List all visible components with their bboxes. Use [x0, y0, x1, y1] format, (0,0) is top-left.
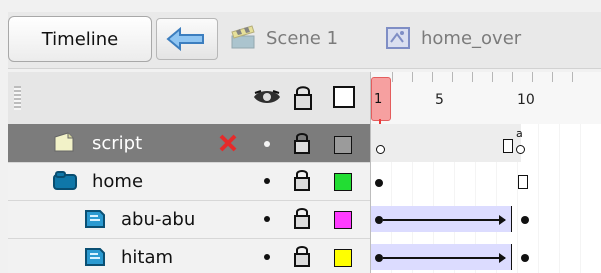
flash-timeline-panel: Timeline Scene 1 home_over 5 10 1 script…	[0, 0, 601, 273]
breadcrumb: Scene 1 home_over	[228, 18, 601, 58]
layer-color-swatch[interactable]	[334, 249, 352, 267]
clapperboard-icon	[231, 25, 255, 49]
lock-icon[interactable]	[293, 206, 311, 230]
timeline-button[interactable]: Timeline	[8, 16, 152, 62]
symbol-icon	[386, 27, 410, 49]
frame-row-hitam[interactable]	[371, 238, 601, 273]
lock-icon[interactable]	[293, 168, 311, 192]
keyframe[interactable]	[375, 254, 383, 262]
layer-row-home[interactable]: home	[8, 162, 370, 201]
visible-dot[interactable]	[264, 141, 270, 147]
arrow-left-icon	[166, 27, 204, 51]
outline-icon[interactable]	[333, 86, 355, 108]
playhead-frame-number: 1	[374, 92, 383, 107]
frame-label-a: a	[516, 127, 523, 140]
layer-icon	[85, 210, 105, 228]
lock-icon[interactable]	[293, 244, 311, 268]
actionscript-layer-icon	[54, 132, 74, 152]
layer-name-abu-abu: abu-abu	[121, 209, 196, 230]
layer-list: script home abu-abu hitam	[8, 124, 370, 273]
delete-icon[interactable]	[219, 134, 237, 152]
layer-color-swatch[interactable]	[334, 211, 352, 229]
blank-keyframe[interactable]	[516, 145, 525, 154]
visible-dot[interactable]	[264, 216, 270, 222]
back-button[interactable]	[156, 18, 218, 60]
breadcrumb-scene-label: Scene 1	[266, 27, 339, 49]
frame-row-home[interactable]	[371, 162, 601, 201]
layer-row-abu-abu[interactable]: abu-abu	[8, 200, 370, 239]
blank-keyframe[interactable]	[376, 145, 385, 154]
layer-name-script: script	[92, 133, 143, 154]
breadcrumb-symbol[interactable]: home_over	[383, 18, 593, 58]
breadcrumb-symbol-label: home_over	[421, 27, 522, 49]
lock-icon[interactable]	[293, 131, 311, 155]
frame-grid[interactable]: a	[371, 124, 601, 273]
visible-dot[interactable]	[264, 254, 270, 260]
lock-icon[interactable]	[292, 84, 314, 112]
frame-end-marker	[518, 175, 528, 189]
ruler-label-10: 10	[517, 92, 535, 108]
frame-row-script[interactable]: a	[371, 124, 601, 163]
keyframe[interactable]	[375, 179, 383, 187]
breadcrumb-scene[interactable]: Scene 1	[228, 18, 373, 58]
frame-end-marker	[503, 139, 513, 153]
layer-color-swatch[interactable]	[334, 136, 352, 154]
tween-arrow	[383, 253, 506, 263]
tween-arrow	[383, 215, 506, 225]
visible-dot[interactable]	[264, 178, 270, 184]
layer-icon	[85, 248, 105, 266]
keyframe[interactable]	[375, 216, 383, 224]
ruler-label-5: 5	[435, 92, 444, 108]
layer-name-hitam: hitam	[121, 247, 174, 268]
layer-name-home: home	[92, 171, 144, 192]
timeline-button-label: Timeline	[41, 28, 119, 50]
panel-grip[interactable]	[14, 86, 21, 110]
keyframe[interactable]	[521, 254, 529, 262]
keyframe[interactable]	[521, 216, 529, 224]
layer-color-swatch[interactable]	[334, 173, 352, 191]
layer-row-script[interactable]: script	[8, 124, 370, 163]
eye-icon[interactable]	[252, 86, 282, 108]
frame-row-abu-abu[interactable]	[371, 200, 601, 239]
selected-frame-span	[371, 124, 521, 162]
folder-icon	[53, 171, 77, 190]
frame-ruler: 5 10	[370, 72, 601, 124]
layer-row-hitam[interactable]: hitam	[8, 238, 370, 273]
